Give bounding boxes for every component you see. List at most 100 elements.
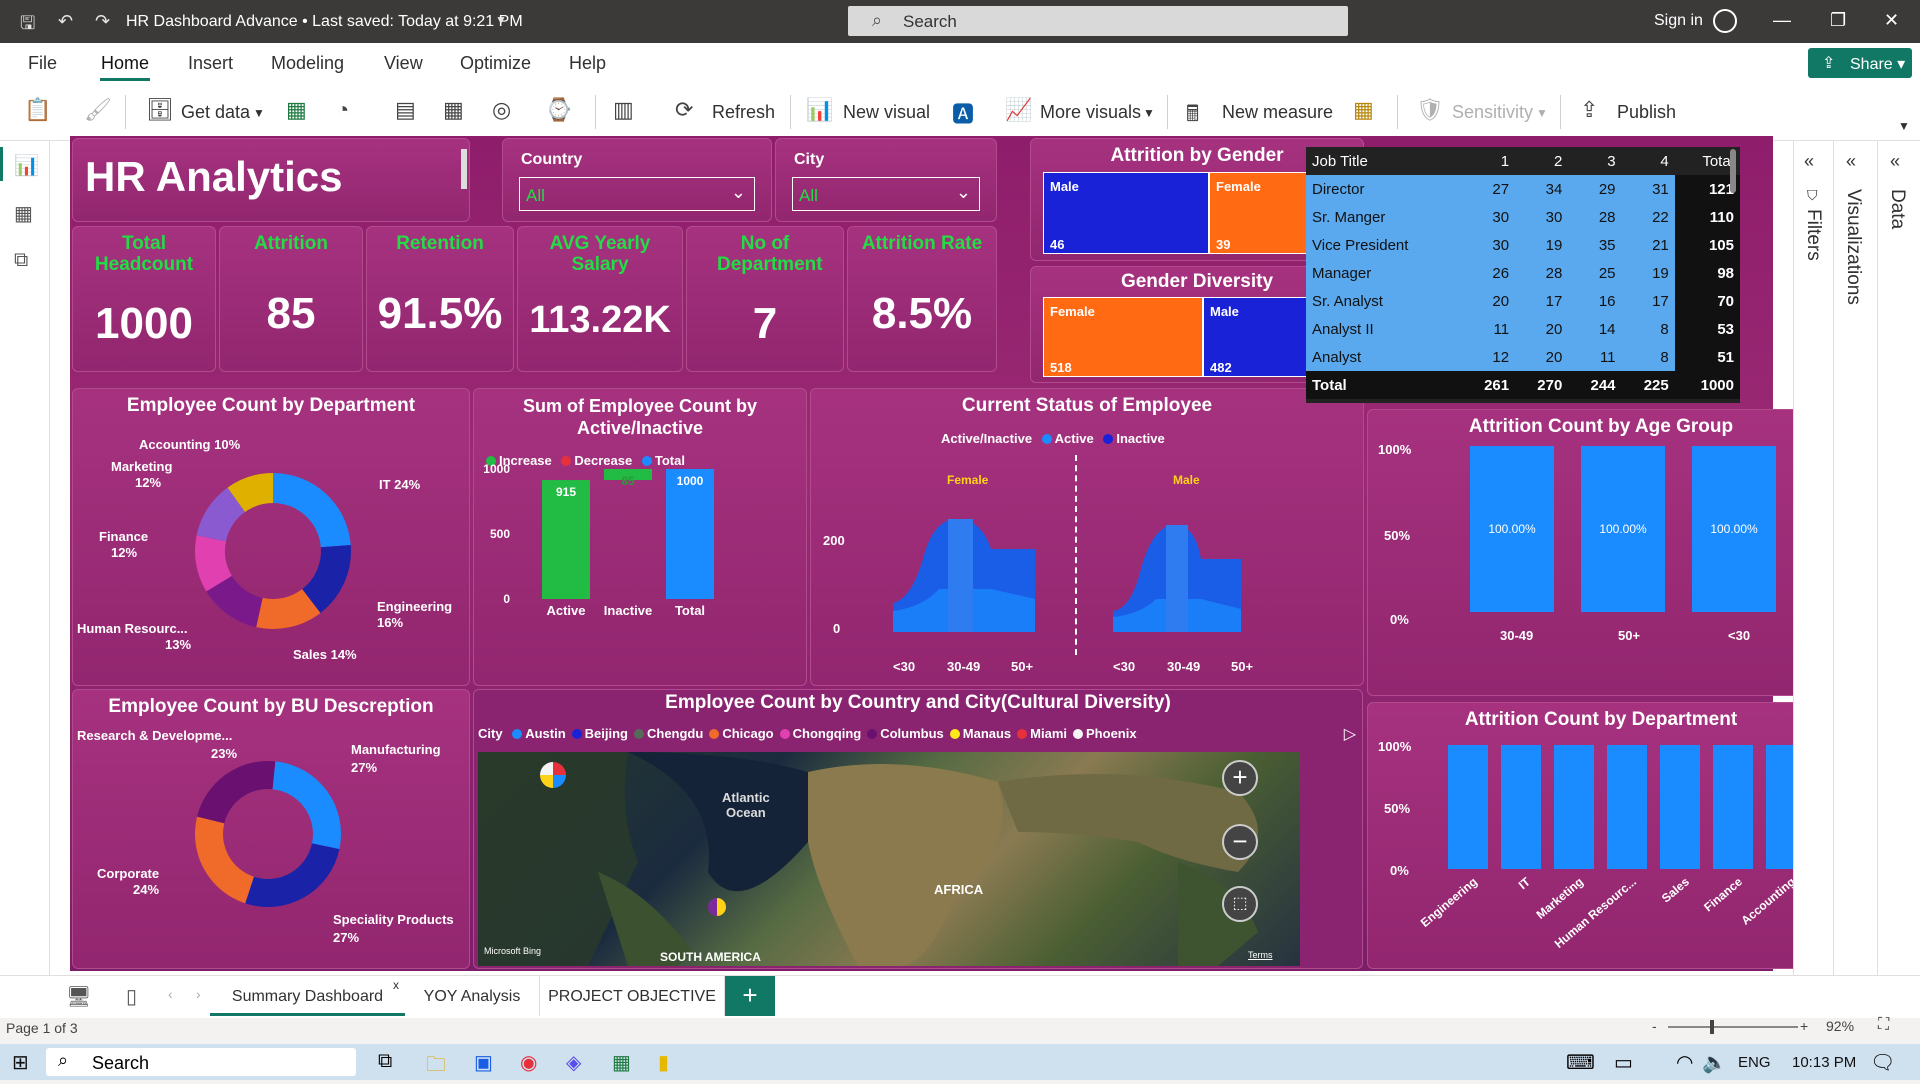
- kpi-departments[interactable]: No of Department 7: [686, 226, 844, 372]
- country-dropdown[interactable]: All ⌄: [519, 177, 755, 211]
- tab-summary-dashboard[interactable]: Summary Dashboard x: [210, 976, 405, 1016]
- undo-icon[interactable]: ↶: [58, 11, 73, 32]
- menu-home[interactable]: Home: [101, 53, 149, 74]
- status-area-chart[interactable]: [811, 389, 1364, 686]
- collapse-icon[interactable]: «: [1846, 151, 1856, 172]
- filters-pane[interactable]: « ⛉ Filters: [1793, 141, 1833, 975]
- zoom-in-button[interactable]: +: [1222, 760, 1258, 796]
- task-view-icon[interactable]: ⧉: [378, 1050, 392, 1073]
- sign-in-link[interactable]: Sign in: [1654, 12, 1703, 30]
- donut-slice[interactable]: [272, 761, 341, 850]
- city-dropdown[interactable]: All ⌄: [792, 177, 980, 211]
- kpi-retention[interactable]: Retention 91.5%: [366, 226, 514, 372]
- add-page-button[interactable]: +: [725, 976, 775, 1016]
- chevron-down-icon[interactable]: ▼: [1143, 106, 1155, 120]
- mobile-layout-icon[interactable]: ▯: [126, 984, 137, 1009]
- table-row[interactable]: Manager 26 28 25 19 98: [1306, 259, 1740, 287]
- chrome-icon[interactable]: ◉: [520, 1050, 537, 1075]
- text-box-icon[interactable]: 🅰: [952, 97, 974, 129]
- more-visuals-button[interactable]: More visuals: [1040, 102, 1141, 123]
- menu-file[interactable]: File: [28, 53, 57, 74]
- dept-bar[interactable]: [1554, 745, 1594, 869]
- dept-bar[interactable]: [1713, 745, 1753, 869]
- recent-sources-icon[interactable]: ⌚: [545, 97, 572, 123]
- zoom-in-icon[interactable]: +: [1800, 1018, 1808, 1034]
- age-group-bars[interactable]: 100.00% 100.00% 100.00%: [1368, 410, 1835, 696]
- power-bi-icon[interactable]: ▮: [658, 1050, 669, 1075]
- matrix-header-cell[interactable]: Job Title: [1306, 147, 1462, 175]
- onelake-icon[interactable]: ◔: [336, 97, 349, 123]
- dept-bar[interactable]: [1448, 745, 1488, 869]
- volume-icon[interactable]: 🔈: [1702, 1050, 1727, 1075]
- matrix-header-cell[interactable]: 3: [1568, 147, 1621, 175]
- publish-button[interactable]: Publish: [1617, 102, 1676, 123]
- wifi-icon[interactable]: ◠: [1676, 1050, 1693, 1075]
- legend-city[interactable]: Columbus: [880, 726, 944, 741]
- file-explorer-icon[interactable]: 🗀: [426, 1050, 446, 1084]
- legend-city[interactable]: Miami: [1030, 726, 1067, 741]
- menu-view[interactable]: View: [384, 53, 423, 74]
- waterfall-chart[interactable]: 915 Active 85 Inactive 1000 Total 1000 500 0: [474, 389, 807, 686]
- windows-start-icon[interactable]: ⊞: [12, 1050, 29, 1075]
- waterfall-visual[interactable]: Sum of Employee Count by Active/Inactive…: [473, 388, 807, 686]
- get-data-button[interactable]: Get data: [181, 102, 250, 123]
- minimize-icon[interactable]: —: [1773, 10, 1791, 31]
- legend-city[interactable]: Beijing: [585, 726, 628, 741]
- matrix-header-cell[interactable]: 2: [1515, 147, 1568, 175]
- language-indicator[interactable]: ENG: [1738, 1054, 1771, 1071]
- chevron-down-icon[interactable]: ▼: [495, 13, 507, 27]
- kpi-avg-salary[interactable]: AVG Yearly Salary 113.22K: [517, 226, 683, 372]
- bu-donut[interactable]: [178, 744, 358, 924]
- dept-bar[interactable]: [1607, 745, 1647, 869]
- legend-city[interactable]: Manaus: [963, 726, 1011, 741]
- sensitivity-button[interactable]: Sensitivity: [1452, 102, 1533, 123]
- donut-slice[interactable]: [273, 473, 351, 548]
- legend-next-icon[interactable]: ▷: [1344, 724, 1356, 744]
- format-painter-icon[interactable]: 🖌: [84, 97, 112, 123]
- job-title-matrix[interactable]: Job Title 1 2 3 4 Total Director 27 34 29 31 121 Sr…: [1306, 147, 1740, 403]
- table-row[interactable]: Director 27 34 29 31 121: [1306, 175, 1740, 203]
- map-canvas[interactable]: Atlantic Ocean AFRICA SOUTH AMERICA Micr…: [478, 752, 1300, 966]
- female-block[interactable]: Female 518: [1043, 297, 1203, 377]
- zoom-out-button[interactable]: −: [1222, 824, 1258, 860]
- tab-project-objective[interactable]: PROJECT OBJECTIVE: [540, 976, 725, 1016]
- visualizations-pane[interactable]: « Visualizations: [1833, 141, 1877, 975]
- dept-donut[interactable]: [173, 451, 373, 651]
- legend-city[interactable]: Austin: [525, 726, 565, 741]
- new-visual-button[interactable]: New visual: [843, 102, 930, 123]
- male-block[interactable]: Male 46: [1043, 172, 1209, 254]
- collapse-icon[interactable]: «: [1804, 151, 1814, 172]
- matrix-header-cell[interactable]: 1: [1462, 147, 1515, 175]
- close-icon[interactable]: ✕: [1884, 10, 1899, 31]
- model-view-icon[interactable]: ⧉: [14, 249, 28, 272]
- table-row[interactable]: Sr. Analyst 20 17 16 17 70: [1306, 287, 1740, 315]
- zoom-slider[interactable]: [1668, 1026, 1798, 1028]
- data-pane[interactable]: « Data: [1877, 141, 1920, 975]
- age-group-visual[interactable]: Attrition Count by Age Group 100% 50% 0%…: [1367, 409, 1835, 696]
- table-view-icon[interactable]: ▦: [14, 201, 33, 226]
- kpi-total-headcount[interactable]: Total Headcount 1000: [72, 226, 216, 372]
- prev-page-icon[interactable]: ‹: [168, 986, 173, 1002]
- new-measure-button[interactable]: New measure: [1222, 102, 1333, 123]
- dept-donut-visual[interactable]: Employee Count by Department Accounting …: [72, 388, 470, 686]
- fit-page-icon[interactable]: ⛶: [1878, 1016, 1889, 1034]
- share-button[interactable]: ⇪ Share ▾: [1808, 48, 1912, 78]
- transform-data-icon[interactable]: ▥: [613, 97, 634, 123]
- donut-slice[interactable]: [195, 816, 254, 904]
- donut-slice[interactable]: [197, 761, 276, 824]
- clock[interactable]: 10:13 PM: [1792, 1054, 1856, 1071]
- restore-icon[interactable]: ❐: [1830, 10, 1846, 31]
- attrition-dept-bars[interactable]: Engineering IT MarketingHuman Resourc... Sa…: [1368, 703, 1835, 969]
- keyboard-icon[interactable]: ⌨: [1566, 1050, 1595, 1075]
- legend-city[interactable]: Chongqing: [793, 726, 862, 741]
- donut-slice[interactable]: [245, 843, 340, 907]
- table-row[interactable]: Analyst II 11 20 14 8 53: [1306, 315, 1740, 343]
- city-pie-marker[interactable]: [540, 762, 566, 788]
- refresh-button[interactable]: Refresh: [712, 102, 775, 123]
- zoom-out-icon[interactable]: -: [1652, 1018, 1657, 1034]
- table-icon[interactable]: ▦: [443, 97, 464, 123]
- table-row[interactable]: Sr. Manger 30 30 28 22 110: [1306, 203, 1740, 231]
- desktop-layout-icon[interactable]: 🖥: [66, 984, 91, 1009]
- excel-icon[interactable]: ▦: [612, 1050, 631, 1075]
- menu-insert[interactable]: Insert: [188, 53, 233, 74]
